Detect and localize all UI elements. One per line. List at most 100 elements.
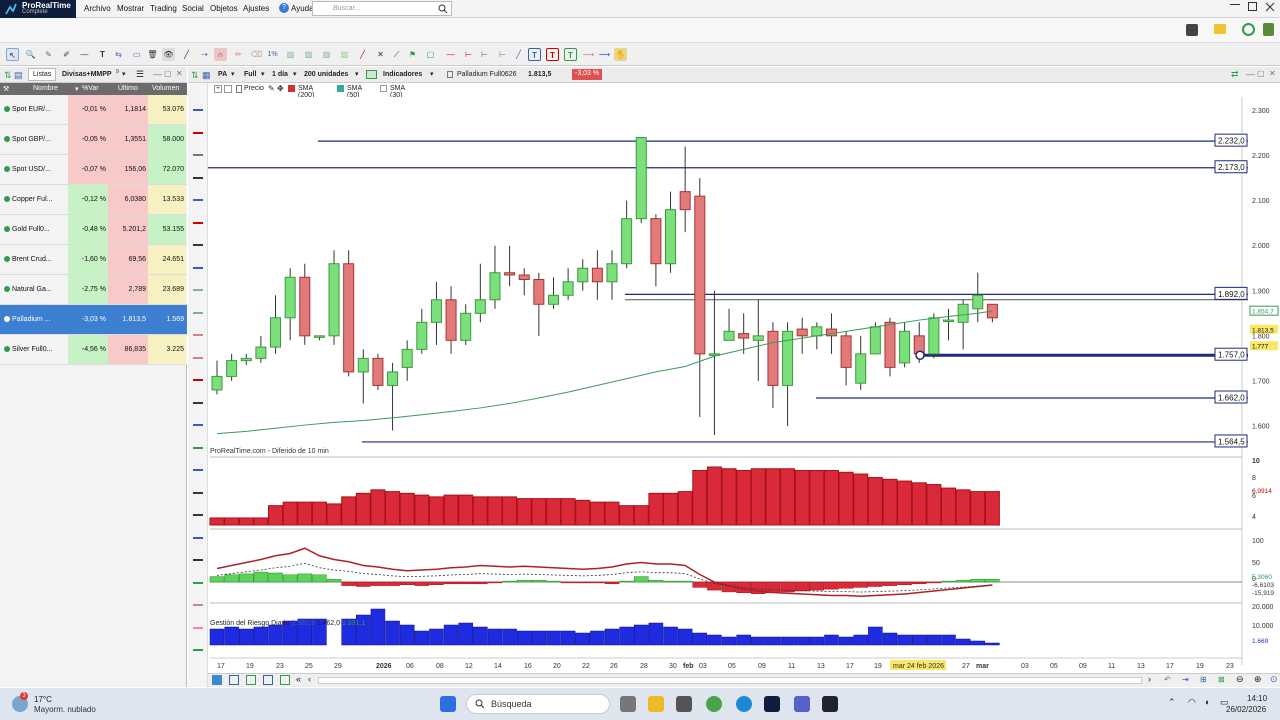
candle-body[interactable] [635,137,647,220]
hline-red-icon[interactable]: — [444,48,457,61]
tray-chevron-icon[interactable]: ⌃ [1168,697,1176,708]
candle-body[interactable] [577,267,589,283]
line-icon[interactable]: ╱ [180,48,193,61]
candle-body[interactable] [547,294,559,305]
candle-body[interactable] [518,274,530,281]
candle-body[interactable] [650,218,662,265]
hline-red2-icon[interactable]: ⊢ [462,48,475,61]
row-name[interactable]: Silver Full0... [12,335,68,364]
watchlist-row[interactable]: Spot EUR/... -0,01 % 1,1814 53.076 [0,95,187,125]
chevron-left-icon[interactable]: « [296,674,301,684]
panel-maximize-icon[interactable]: ▢ [164,69,172,78]
candle-body[interactable] [855,353,867,384]
candle-body[interactable] [504,272,516,276]
layout-icon[interactable] [1263,23,1274,36]
row-name[interactable]: Brent Crud... [12,245,68,274]
wrench-icon[interactable]: ⚒ [3,85,9,93]
diag-icon[interactable]: ╱ [512,48,525,61]
gann-icon[interactable]: ▨ [320,48,333,61]
candle-body[interactable] [328,263,340,337]
text-box-icon[interactable]: T [528,48,541,61]
trend-red-icon[interactable]: ╱ [356,48,369,61]
menu-mostrar[interactable]: Mostrar [117,4,144,13]
zoom-reset-icon[interactable]: ⊙ [1270,674,1278,685]
measure-icon[interactable]: ⟿ [582,48,595,61]
hline-green-icon[interactable]: ⊢ [496,48,509,61]
candle-body[interactable] [562,281,574,296]
candle-body[interactable] [723,330,735,341]
menu-social[interactable]: Social [182,4,204,13]
col-ultimo[interactable]: Último [118,85,138,92]
candle-body[interactable] [943,319,954,323]
candle-body[interactable] [767,330,779,386]
watchlist-row[interactable]: Spot GBP/... -0,05 % 1,3551 58.000 [0,125,187,155]
candle-body[interactable] [621,218,633,265]
candle-body[interactable] [357,357,369,373]
candle-body[interactable] [255,346,267,359]
candle-body[interactable] [372,357,384,386]
flag-icon[interactable]: ⚑ [406,48,419,61]
candle-body[interactable] [811,326,823,337]
candle-body[interactable] [899,330,911,364]
price-pane[interactable] [210,97,1242,453]
edge-icon[interactable] [736,696,752,712]
sort-icon[interactable]: ▾ [75,85,79,93]
undo-icon[interactable]: ↶ [1164,675,1171,684]
menu-ajustes[interactable]: Ajustes [243,4,269,13]
teams-icon[interactable] [794,696,810,712]
candle-body[interactable] [240,357,252,362]
watchlist-row[interactable]: Spot USD/... -0,07 % 156,06 72.070 [0,155,187,185]
rect-icon[interactable]: ▭ [130,48,143,61]
candle-body[interactable] [430,299,442,323]
candle-body[interactable] [606,263,618,283]
chart-print-icon[interactable] [280,675,290,685]
row-name[interactable]: Spot GBP/... [12,125,68,154]
candle-body[interactable] [343,263,355,373]
candle-body[interactable] [211,375,223,391]
zoom-out-icon[interactable]: ⊖ [1236,674,1244,685]
zoom-in-icon[interactable]: ⊕ [1254,674,1262,685]
channel-icon[interactable]: ⇆ [112,48,125,61]
watchlist-row[interactable]: Gold Full0... -0,48 % 5.201,2 53.155 [0,215,187,245]
close-icon[interactable] [1265,2,1275,12]
pitchfork-icon[interactable]: ▨ [338,48,351,61]
candle-body[interactable] [694,195,706,355]
brush-icon[interactable]: ✐ [60,48,73,61]
eraser-icon[interactable]: ⌫ [250,48,263,61]
candle-body[interactable] [489,272,501,301]
video-icon[interactable] [822,696,838,712]
chart-export-icon[interactable] [263,675,273,685]
fib-icon[interactable]: 1% [266,48,279,61]
col-volumen[interactable]: Volumen [152,85,179,92]
candle-body[interactable] [884,321,896,368]
candle-body[interactable] [460,312,472,341]
candle-body[interactable] [796,328,808,337]
candle-body[interactable] [401,348,413,368]
arrow-tool-icon[interactable]: ⇢ [198,48,211,61]
folder-icon[interactable] [1214,24,1226,34]
row-name[interactable]: Palladium ... [12,305,68,334]
candle-body[interactable] [226,360,238,377]
task-view-icon[interactable] [620,696,636,712]
start-icon[interactable] [440,696,456,712]
chevron-down-icon[interactable]: ▾ [122,70,126,78]
clock-time[interactable]: 14:10 [1247,694,1267,703]
level-handle-icon[interactable] [915,350,925,360]
text-green-icon[interactable]: T [564,48,577,61]
col-nombre[interactable]: Nombre [33,85,58,92]
fib-fan-icon[interactable]: ▨ [284,48,297,61]
candle-body[interactable] [533,279,545,305]
minimize-button[interactable] [1230,4,1240,5]
price-chart[interactable]: 2.232,0 2.173,0 1.892,0 1.757,0 1.662,0 1.564… [188,67,1280,687]
app-icon[interactable] [676,696,692,712]
candle-body[interactable] [591,267,603,283]
row-name[interactable]: Copper Ful... [12,185,68,214]
chart-screenshot-icon[interactable] [246,675,256,685]
watchlist-row[interactable]: Brent Crud... -1,60 % 69,56 24.651 [0,245,187,275]
pencil-icon[interactable]: ✏ [232,48,245,61]
cursor-icon[interactable]: ↖ [6,48,19,61]
row-name[interactable]: Natural Ga... [12,275,68,304]
candle-body[interactable] [679,191,691,211]
menu-trading[interactable]: Trading [150,4,177,13]
candle-body[interactable] [416,321,428,350]
